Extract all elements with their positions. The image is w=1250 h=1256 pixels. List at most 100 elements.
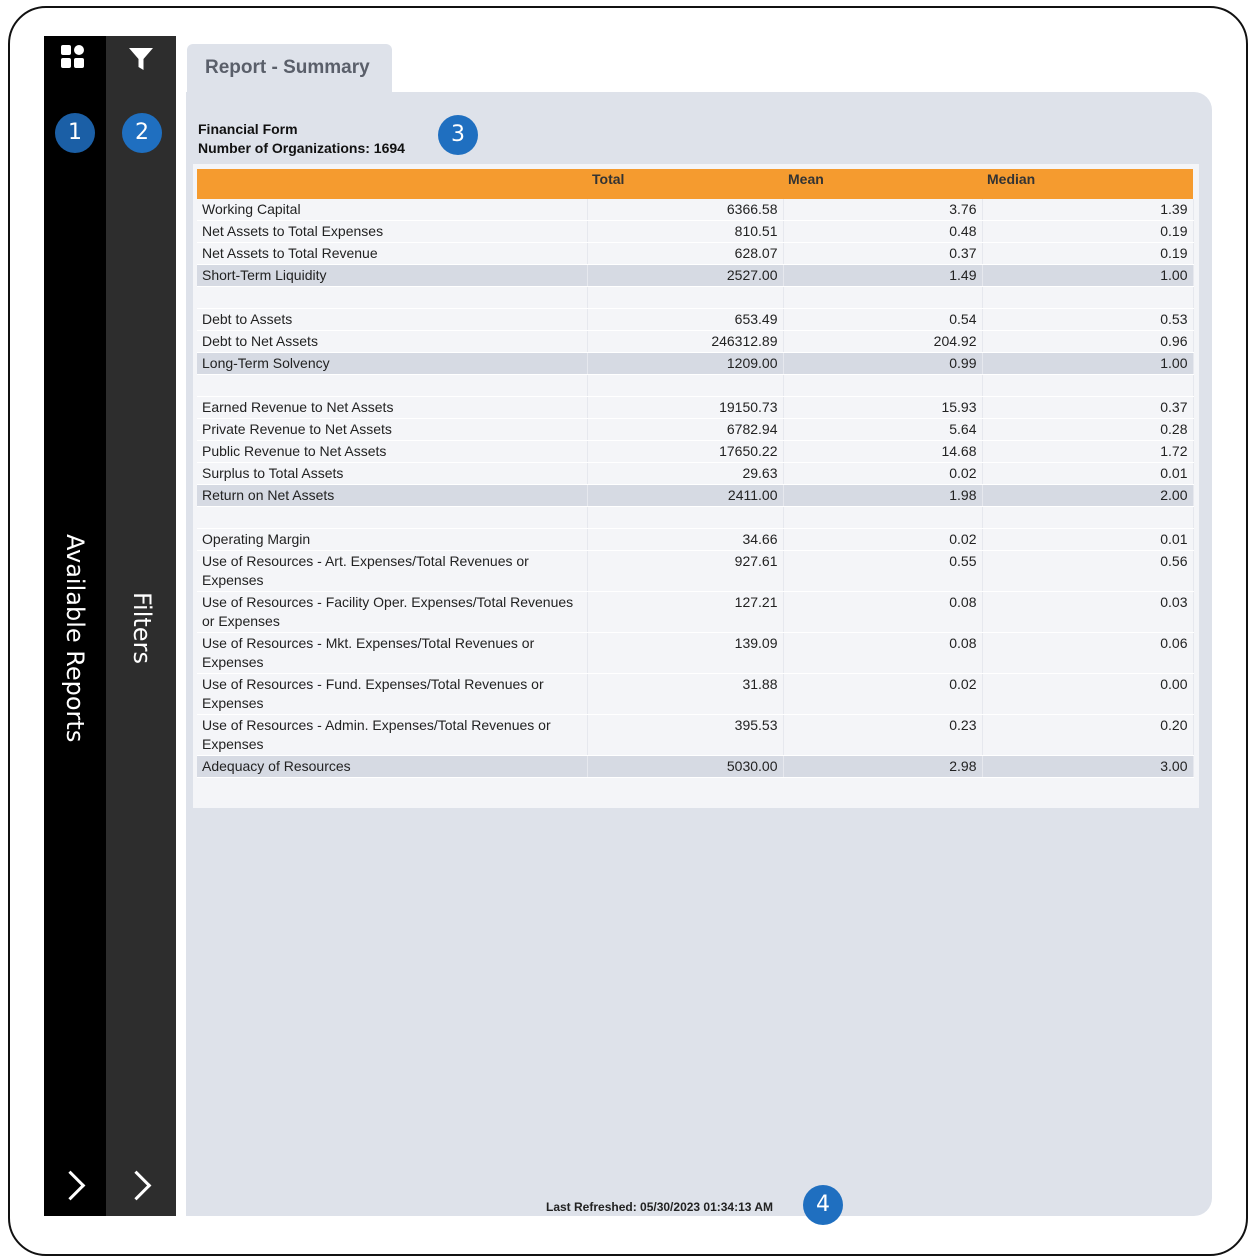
table-row: Working Capital 6366.58 3.76 1.39 [197,199,1194,221]
total-cell: 653.49 [587,308,784,331]
median-cell: 0.56 [982,550,1194,592]
table-row: Debt to Net Assets 246312.89 204.92 0.96 [197,330,1194,353]
mean-cell: 2.98 [783,755,983,778]
total-cell: 2527.00 [587,264,784,287]
mean-cell: 14.68 [783,440,983,463]
median-cell [982,506,1194,529]
row-label-cell [197,286,588,309]
column-header-label[interactable] [197,169,587,199]
median-cell: 0.19 [982,242,1194,265]
row-label-cell: Private Revenue to Net Assets [197,418,588,441]
table-row: Use of Resources - Admin. Expenses/Total… [197,714,1194,756]
median-cell: 0.19 [982,220,1194,243]
form-name: Financial Form [198,121,298,137]
row-label-cell: Debt to Assets [197,308,588,331]
row-label-cell [197,374,588,397]
mean-cell: 0.08 [783,591,983,633]
median-cell: 3.00 [982,755,1194,778]
mean-cell [783,374,983,397]
median-cell: 0.06 [982,632,1194,674]
total-cell: 5030.00 [587,755,784,778]
filter-icon[interactable] [128,46,154,72]
total-cell [587,506,784,529]
mean-cell: 0.08 [783,632,983,674]
row-label-cell: Long-Term Solvency [197,352,588,375]
table-row: Use of Resources - Art. Expenses/Total R… [197,550,1194,592]
median-cell: 2.00 [982,484,1194,507]
row-label-cell: Working Capital [197,199,588,221]
median-cell: 1.72 [982,440,1194,463]
table-row: Surplus to Total Assets 29.63 0.02 0.01 [197,462,1194,485]
row-label-cell: Debt to Net Assets [197,330,588,353]
column-header-total[interactable]: Total [587,169,783,199]
mean-cell [783,286,983,309]
mean-cell: 0.37 [783,242,983,265]
row-label-cell: Earned Revenue to Net Assets [197,396,588,419]
organization-count: Number of Organizations: 1694 [198,140,405,156]
tab-report-summary[interactable]: Report - Summary [187,44,392,94]
table-row: Debt to Assets 653.49 0.54 0.53 [197,308,1194,331]
callout-badge-2: 2 [122,113,162,153]
median-cell: 0.37 [982,396,1194,419]
total-cell: 927.61 [587,550,784,592]
row-label-cell: Use of Resources - Mkt. Expenses/Total R… [197,632,588,674]
mean-cell: 1.49 [783,264,983,287]
total-cell: 139.09 [587,632,784,674]
median-cell: 0.00 [982,673,1194,715]
chevron-right-icon[interactable] [121,1170,152,1201]
grid-icon[interactable] [60,44,86,70]
table-spacer-row [197,374,1194,397]
mean-cell: 0.02 [783,528,983,551]
mean-cell: 3.76 [783,199,983,221]
mean-cell: 0.99 [783,352,983,375]
total-cell: 34.66 [587,528,784,551]
table-subtotal-row: Return on Net Assets 2411.00 1.98 2.00 [197,484,1194,507]
total-cell [587,374,784,397]
report-header: Financial Form Number of Organizations: … [198,120,405,158]
median-cell: 0.01 [982,462,1194,485]
mean-cell: 1.98 [783,484,983,507]
mean-cell: 0.55 [783,550,983,592]
table-spacer-row [197,506,1194,529]
filters-panel[interactable]: 2 Filters [106,36,176,1216]
table-spacer-row [197,286,1194,309]
table-row: Earned Revenue to Net Assets 19150.73 15.9… [197,396,1194,419]
total-cell: 29.63 [587,462,784,485]
row-label-cell: Net Assets to Total Revenue [197,242,588,265]
total-cell [587,286,784,309]
row-label-cell: Operating Margin [197,528,588,551]
table-row: Use of Resources - Facility Oper. Expens… [197,591,1194,633]
total-cell: 810.51 [587,220,784,243]
total-cell: 6366.58 [587,199,784,221]
row-label-cell: Public Revenue to Net Assets [197,440,588,463]
median-cell [982,286,1194,309]
row-label-cell: Use of Resources - Fund. Expenses/Total … [197,673,588,715]
table-row: Private Revenue to Net Assets 6782.94 5.64… [197,418,1194,441]
total-cell: 2411.00 [587,484,784,507]
total-cell: 6782.94 [587,418,784,441]
callout-badge-4: 4 [803,1185,843,1225]
median-cell: 1.00 [982,352,1194,375]
total-cell: 17650.22 [587,440,784,463]
summary-table: Total Mean Median Working Capital 6366.58… [197,169,1194,778]
median-cell: 0.03 [982,591,1194,633]
median-cell [982,374,1194,397]
row-label-cell: Short-Term Liquidity [197,264,588,287]
median-cell: 1.00 [982,264,1194,287]
available-reports-panel[interactable]: 1 Available Reports [44,36,106,1216]
column-header-mean[interactable]: Mean [783,169,982,199]
total-cell: 127.21 [587,591,784,633]
chevron-right-icon[interactable] [55,1170,86,1201]
column-header-median[interactable]: Median [982,169,1193,199]
total-cell: 31.88 [587,673,784,715]
filters-label[interactable]: Filters [128,592,156,664]
row-label-cell: Return on Net Assets [197,484,588,507]
mean-cell: 15.93 [783,396,983,419]
table-header-row: Total Mean Median [197,169,1193,199]
total-cell: 19150.73 [587,396,784,419]
available-reports-label[interactable]: Available Reports [61,534,89,742]
row-label-cell [197,506,588,529]
total-cell: 246312.89 [587,330,784,353]
table-row: Use of Resources - Mkt. Expenses/Total R… [197,632,1194,674]
row-label-cell: Surplus to Total Assets [197,462,588,485]
